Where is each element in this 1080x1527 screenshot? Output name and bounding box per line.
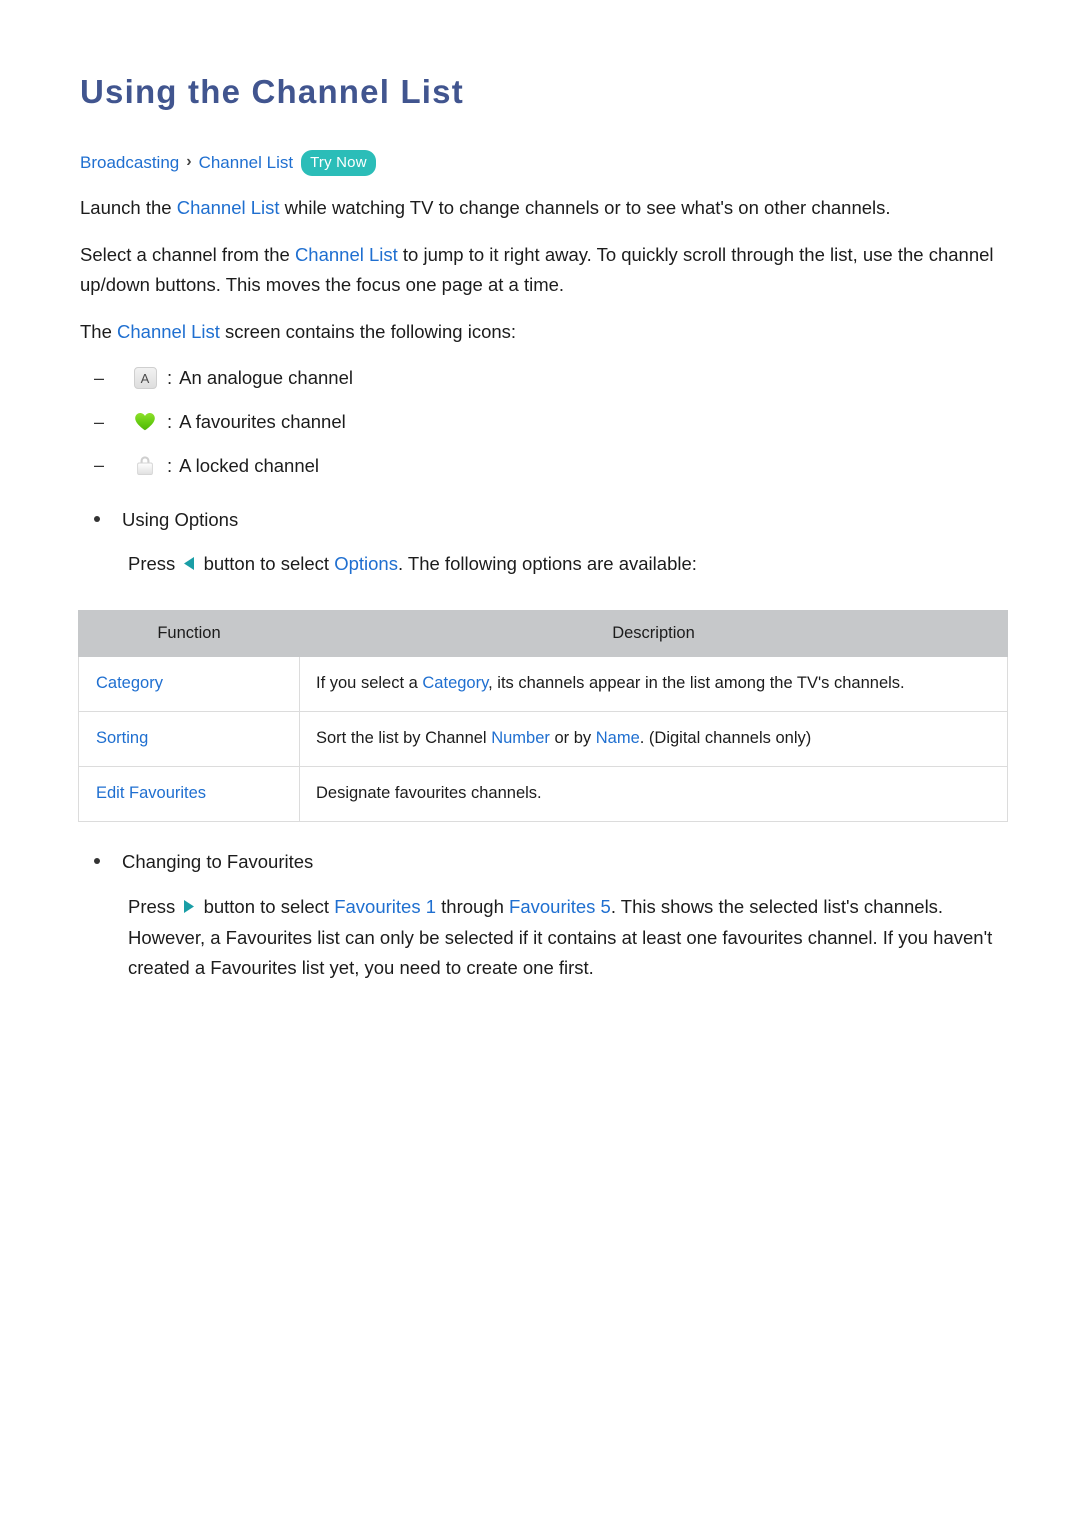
right-arrow-icon — [183, 893, 195, 923]
sorting-desc-c: . (Digital channels only) — [639, 729, 812, 748]
locked-channel-icon — [132, 454, 158, 478]
using-options-text-b: button to select — [198, 553, 335, 575]
list-item: – : A locked channel — [78, 452, 1005, 480]
breadcrumb-item-channel-list[interactable]: Channel List — [199, 152, 294, 174]
section-heading-label: Using Options — [122, 508, 239, 530]
paragraph-1-text-b: while watching TV to change channels or … — [279, 196, 891, 218]
try-now-badge[interactable]: Try Now — [301, 149, 376, 176]
icon-legend-list: – A : An analogue channel –: A favourit… — [78, 364, 1005, 479]
table-row: Edit Favourites Designate favourites cha… — [78, 766, 1008, 823]
breadcrumb-separator-icon: › — [186, 153, 192, 171]
paragraph-1-link[interactable]: Channel List — [177, 197, 280, 218]
section-heading-label: Changing to Favourites — [122, 851, 314, 873]
column-header-function: Function — [78, 610, 300, 658]
sorting-desc-link-number[interactable]: Number — [491, 729, 550, 747]
intro-paragraph-3: The Channel List screen contains the fol… — [80, 317, 1005, 347]
table-cell-function-category[interactable]: Category — [78, 656, 300, 713]
table-cell-function-sorting[interactable]: Sorting — [78, 711, 300, 768]
paragraph-3-link[interactable]: Channel List — [117, 321, 220, 342]
dash-marker-icon: – — [94, 411, 105, 432]
table-cell-description-sorting: Sort the list by Channel Number or by Na… — [299, 711, 1008, 768]
options-table: Function Description Category If you sel… — [78, 610, 1008, 823]
using-options-paragraph: Press button to select Options. The foll… — [128, 549, 1005, 580]
document-page: Using the Channel List Broadcasting › Ch… — [0, 0, 1080, 1527]
favourites-heart-icon — [132, 410, 158, 434]
breadcrumb: Broadcasting › Channel List Try Now — [80, 149, 1005, 176]
table-cell-function-edit-favourites[interactable]: Edit Favourites — [78, 766, 300, 823]
legend-colon-1: : — [167, 411, 173, 433]
category-desc-link[interactable]: Category — [422, 674, 488, 692]
options-link[interactable]: Options — [334, 553, 398, 574]
table-row: Sorting Sort the list by Channel Number … — [78, 711, 1008, 768]
bullet-dot-icon — [94, 858, 100, 865]
intro-paragraph-1: Launch the Channel List while watching T… — [80, 193, 1005, 223]
fav-text-a: Press — [128, 895, 181, 917]
section-heading-changing-to-favourites: Changing to Favourites — [88, 848, 1005, 876]
column-header-description: Description — [299, 610, 1008, 658]
page-title: Using the Channel List — [80, 73, 464, 110]
edit-fav-desc-a: Designate favourites channels. — [316, 784, 542, 803]
legend-label-analogue: An analogue channel — [179, 367, 353, 389]
favourites-5-link[interactable]: Favourites 5 — [509, 896, 611, 917]
dash-marker-icon: – — [94, 367, 105, 388]
paragraph-3-text-b: screen contains the following icons: — [219, 320, 517, 342]
legend-colon-0: : — [167, 367, 173, 389]
table-cell-description-edit-favourites: Designate favourites channels. — [299, 766, 1008, 823]
list-item: – A : An analogue channel — [78, 364, 1005, 392]
paragraph-2-text-a: Select a channel from the — [80, 243, 295, 265]
changing-to-favourites-paragraph: Press button to select Favourites 1 thro… — [128, 892, 1005, 983]
breadcrumb-item-broadcasting[interactable]: Broadcasting — [80, 152, 179, 174]
sorting-desc-link-name[interactable]: Name — [596, 729, 640, 747]
paragraph-1-text-a: Launch the — [80, 196, 177, 218]
using-options-text-a: Press — [128, 553, 181, 575]
paragraph-2-link[interactable]: Channel List — [295, 244, 398, 265]
legend-label-favourites: A favourites channel — [179, 411, 346, 433]
fav-text-c: through — [436, 895, 510, 917]
table-row: Category If you select a Category, its c… — [78, 656, 1008, 713]
section-heading-using-options: Using Options — [88, 506, 1005, 534]
paragraph-3-text-a: The — [80, 320, 118, 342]
fav-text-b: button to select — [198, 895, 335, 917]
using-options-text-c: . The following options are available: — [397, 553, 697, 575]
table-cell-description-category: If you select a Category, its channels a… — [299, 656, 1008, 713]
analogue-badge-letter: A — [133, 367, 157, 390]
sorting-desc-b: or by — [549, 729, 596, 748]
dash-marker-icon: – — [94, 455, 105, 476]
legend-label-locked: A locked channel — [179, 454, 320, 476]
table-header-row: Function Description — [78, 610, 1008, 658]
legend-colon-2: : — [167, 454, 173, 476]
sorting-desc-a: Sort the list by Channel — [316, 729, 492, 748]
left-arrow-icon — [183, 550, 195, 580]
category-desc-a: If you select a — [316, 674, 423, 693]
favourites-1-link[interactable]: Favourites 1 — [334, 896, 436, 917]
bullet-dot-icon — [94, 515, 100, 522]
list-item: – : A favourites channel — [78, 408, 1005, 436]
category-desc-b: , its channels appear in the list among … — [488, 674, 905, 693]
analogue-channel-icon: A — [132, 366, 158, 390]
intro-paragraph-2: Select a channel from the Channel List t… — [80, 240, 1005, 300]
